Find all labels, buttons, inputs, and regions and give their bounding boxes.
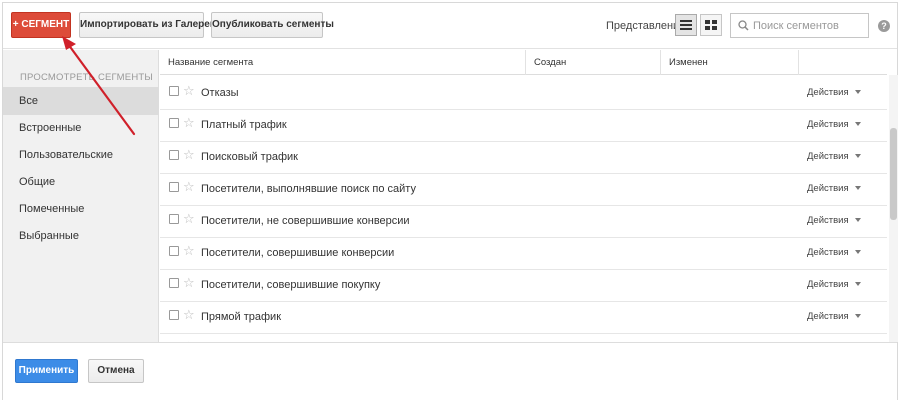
actions-label: Действия <box>807 247 849 258</box>
star-icon[interactable]: ☆ <box>183 148 195 162</box>
table-row: ☆ Прямой трафик Действия <box>160 302 887 334</box>
sidebar-item-shared[interactable]: Общие <box>3 168 159 196</box>
segment-name[interactable]: Посетители, совершившие покупку <box>201 279 380 291</box>
chevron-down-icon <box>854 282 861 287</box>
segment-name[interactable]: Посетители, не совершившие конверсии <box>201 215 410 227</box>
segments-table: Название сегмента Создан Изменен ☆ Отказ… <box>160 50 898 342</box>
star-icon[interactable]: ☆ <box>183 308 195 322</box>
apply-button[interactable]: Применить <box>15 359 78 383</box>
column-header-name[interactable]: Название сегмента <box>160 50 526 75</box>
segment-name[interactable]: Платный трафик <box>201 119 287 131</box>
actions-dropdown[interactable]: Действия <box>807 119 861 130</box>
chevron-down-icon <box>854 154 861 159</box>
star-icon[interactable]: ☆ <box>183 116 195 130</box>
sidebar-item-custom[interactable]: Пользовательские <box>3 141 159 169</box>
list-icon <box>680 20 692 30</box>
table-row: ☆ Посетители, выполнявшие поиск по сайту… <box>160 174 887 206</box>
chevron-down-icon <box>854 90 861 95</box>
row-checkbox[interactable] <box>169 86 179 96</box>
row-checkbox[interactable] <box>169 150 179 160</box>
scrollbar-thumb[interactable] <box>890 128 897 220</box>
chevron-down-icon <box>854 122 861 127</box>
actions-dropdown[interactable]: Действия <box>807 247 861 258</box>
table-header: Название сегмента Создан Изменен <box>160 50 887 75</box>
star-icon[interactable]: ☆ <box>183 180 195 194</box>
add-segment-button[interactable]: + СЕГМЕНТ <box>11 12 71 38</box>
actions-dropdown[interactable]: Действия <box>807 311 861 322</box>
actions-label: Действия <box>807 151 849 162</box>
column-header-modified[interactable]: Изменен <box>661 50 799 75</box>
sidebar-item-selected[interactable]: Выбранные <box>3 222 159 250</box>
actions-label: Действия <box>807 87 849 98</box>
segment-name[interactable]: Посетители, выполнявшие поиск по сайту <box>201 183 416 195</box>
row-checkbox[interactable] <box>169 118 179 128</box>
view-label: Представление <box>606 20 686 32</box>
actions-label: Действия <box>807 279 849 290</box>
actions-label: Действия <box>807 311 849 322</box>
sidebar-item-all[interactable]: Все <box>3 87 159 115</box>
sidebar-item-built-in[interactable]: Встроенные <box>3 114 159 142</box>
actions-label: Действия <box>807 119 849 130</box>
segment-picker-panel: + СЕГМЕНТ Импортировать из Галереи Опубл… <box>2 2 898 401</box>
toolbar: + СЕГМЕНТ Импортировать из Галереи Опубл… <box>3 3 897 49</box>
table-row: ☆ Посетители, совершившие конверсии Дейс… <box>160 238 887 270</box>
actions-dropdown[interactable]: Действия <box>807 183 861 194</box>
column-header-created[interactable]: Создан <box>526 50 661 75</box>
segment-name[interactable]: Поисковый трафик <box>201 151 298 163</box>
chevron-down-icon <box>854 250 861 255</box>
segment-search-box[interactable] <box>730 13 869 38</box>
sidebar-heading: ПРОСМОТРЕТЬ СЕГМЕНТЫ <box>20 72 154 83</box>
chevron-down-icon <box>854 218 861 223</box>
row-checkbox[interactable] <box>169 246 179 256</box>
segment-name[interactable]: Прямой трафик <box>201 311 281 323</box>
segment-name[interactable]: Посетители, совершившие конверсии <box>201 247 394 259</box>
actions-dropdown[interactable]: Действия <box>807 279 861 290</box>
actions-label: Действия <box>807 183 849 194</box>
row-checkbox[interactable] <box>169 310 179 320</box>
actions-dropdown[interactable]: Действия <box>807 87 861 98</box>
publish-segments-button[interactable]: Опубликовать сегменты <box>211 12 334 38</box>
table-row: ☆ Посетители, совершившие покупку Действ… <box>160 270 887 302</box>
actions-dropdown[interactable]: Действия <box>807 215 861 226</box>
grid-view-toggle[interactable] <box>700 14 722 36</box>
help-icon[interactable]: ? <box>878 20 890 32</box>
star-icon[interactable]: ☆ <box>183 244 195 258</box>
segment-filter-sidebar: ПРОСМОТРЕТЬ СЕГМЕНТЫ Все Встроенные Поль… <box>3 50 159 342</box>
row-checkbox[interactable] <box>169 182 179 192</box>
star-icon[interactable]: ☆ <box>183 212 195 226</box>
column-header-actions <box>799 50 887 75</box>
import-from-gallery-button[interactable]: Импортировать из Галереи <box>79 12 216 38</box>
cancel-button[interactable]: Отмена <box>88 359 144 383</box>
row-checkbox[interactable] <box>169 278 179 288</box>
search-icon <box>738 20 749 31</box>
actions-dropdown[interactable]: Действия <box>807 151 861 162</box>
footer: Применить Отмена <box>3 342 897 401</box>
table-row: ☆ Действия <box>160 334 887 343</box>
list-view-toggle[interactable] <box>675 14 697 36</box>
row-checkbox[interactable] <box>169 214 179 224</box>
table-row: ☆ Отказы Действия <box>160 78 887 110</box>
star-icon[interactable]: ☆ <box>183 84 195 98</box>
chevron-down-icon <box>854 314 861 319</box>
segment-name[interactable]: Отказы <box>201 87 239 99</box>
segment-search-input[interactable] <box>753 17 865 35</box>
table-row: ☆ Поисковый трафик Действия <box>160 142 887 174</box>
grid-icon <box>705 20 717 30</box>
table-row: ☆ Посетители, не совершившие конверсии Д… <box>160 206 887 238</box>
sidebar-item-starred[interactable]: Помеченные <box>3 195 159 223</box>
actions-label: Действия <box>807 215 849 226</box>
table-row: ☆ Платный трафик Действия <box>160 110 887 142</box>
chevron-down-icon <box>854 186 861 191</box>
star-icon[interactable]: ☆ <box>183 276 195 290</box>
